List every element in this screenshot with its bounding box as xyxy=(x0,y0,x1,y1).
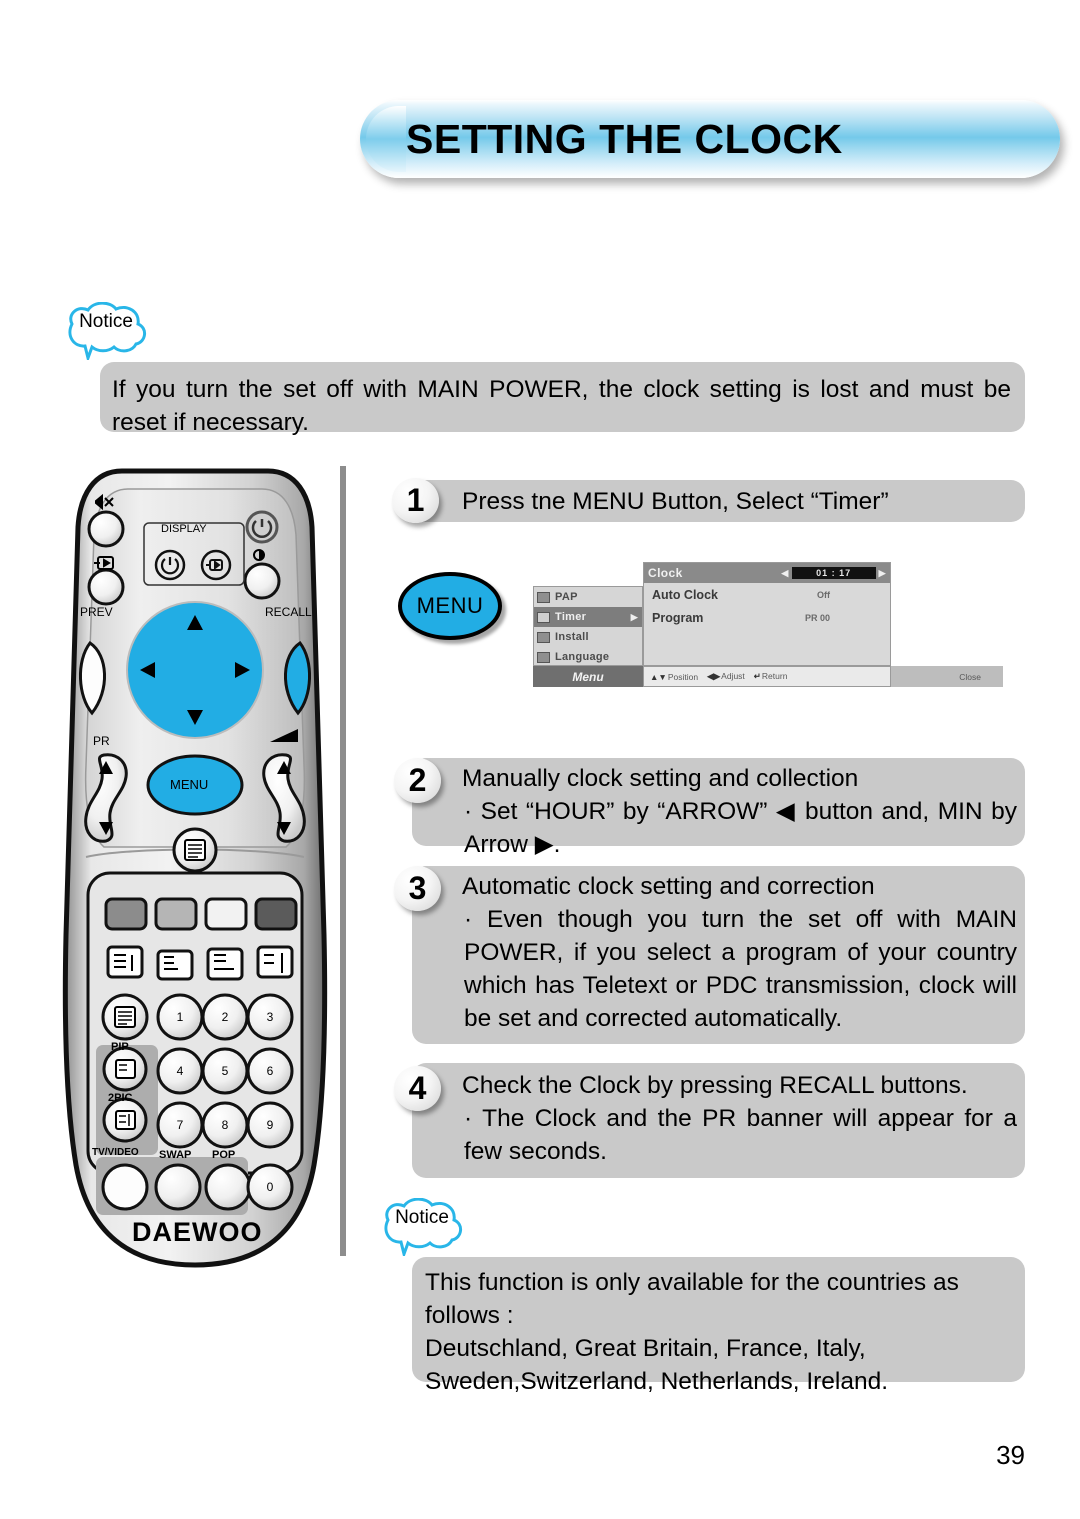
remote-key-8[interactable]: 8 xyxy=(211,1118,239,1132)
remote-key-7[interactable]: 7 xyxy=(166,1118,194,1132)
osd-menu-item-timer-label: Timer xyxy=(555,611,587,623)
remote-key-9[interactable]: 9 xyxy=(256,1118,284,1132)
osd-clock-value-group: ◀ 01 : 17 ▶ xyxy=(781,567,886,579)
osd-menu-item-install-label: Install xyxy=(555,631,589,643)
adjust-arrows-icon: ◀▶ xyxy=(707,671,721,681)
remote-key-1[interactable]: 1 xyxy=(166,1010,194,1024)
remote-key-4[interactable]: 4 xyxy=(166,1064,194,1078)
install-icon xyxy=(537,631,550,643)
menu-button-callout[interactable]: MENU xyxy=(398,572,502,640)
remote-label-prev: PREV xyxy=(80,605,113,619)
remote-key-2[interactable]: 2 xyxy=(211,1010,239,1024)
osd-auto-clock-row[interactable]: Auto Clock Off xyxy=(644,583,890,606)
notice-bottom-line-1: This function is only available for the … xyxy=(425,1269,959,1329)
osd-bottom-menu-label: Menu xyxy=(533,666,643,687)
notice-bottom-box: This function is only available for the … xyxy=(412,1257,1025,1395)
osd-auto-clock-value: Off xyxy=(817,589,830,600)
step-2-bullet-1: · Set “HOUR” by “ARROW” ◀ button and, MI… xyxy=(464,798,1017,858)
notice-badge-label: Notice xyxy=(79,311,133,332)
osd-screenshot: PAP Timer ▶ Install Language Clock ◀ 01 … xyxy=(533,562,1003,687)
osd-bottom-bar: Menu ▲▼Position ◀▶Adjust ↵Return Close xyxy=(533,666,1003,687)
osd-clock-label: Clock xyxy=(648,566,683,580)
osd-menu-item-language-label: Language xyxy=(555,651,610,663)
step-4-title: Check the Clock by pressing RECALL butto… xyxy=(462,1072,968,1099)
remote-label-pr: PR xyxy=(93,734,110,748)
osd-timer-panel: Clock ◀ 01 : 17 ▶ Auto Clock Off Program… xyxy=(643,562,891,666)
return-key-icon: ↵ xyxy=(753,671,761,681)
step-4-box: Check the Clock by pressing RECALL butto… xyxy=(412,1063,1025,1178)
step-4-bullet-1: · The Clock and the PR banner will appea… xyxy=(464,1105,1017,1165)
remote-key-6[interactable]: 6 xyxy=(256,1064,284,1078)
osd-program-row[interactable]: Program PR 00 xyxy=(644,606,890,629)
osd-menu-item-pap[interactable]: PAP xyxy=(534,587,642,607)
remote-label-pip: PIP xyxy=(111,1041,129,1053)
hint-adjust: ◀▶Adjust xyxy=(707,671,745,682)
osd-bottom-hints: ▲▼Position ◀▶Adjust ↵Return xyxy=(643,666,891,687)
remote-key-5[interactable]: 5 xyxy=(211,1064,239,1078)
remote-brand-logo: DAEWOO xyxy=(132,1217,263,1247)
step-1-title: Press tne MENU Button, Select “Timer” xyxy=(462,488,889,515)
step-3-title: Automatic clock setting and correction xyxy=(462,873,875,900)
hint-return-label: Return xyxy=(761,671,788,681)
remote-label-recall: RECALL xyxy=(265,605,312,619)
notice-top-box: If you turn the set off with MAIN POWER,… xyxy=(100,362,1025,436)
step-4-number: 4 xyxy=(394,1066,441,1111)
remote-control-illustration: DISPLAY PREV RECALL PR MENU PIP 2PIC TV/… xyxy=(60,465,330,1275)
remote-label-tv-video: TV/VIDEO xyxy=(92,1147,139,1158)
notice-badge-bottom: Notice xyxy=(374,1198,470,1256)
osd-menu-item-install[interactable]: Install xyxy=(534,627,642,647)
osd-menu-item-pap-label: PAP xyxy=(555,591,578,603)
clock-left-arrow-icon[interactable]: ◀ xyxy=(781,568,788,579)
hint-adjust-label: Adjust xyxy=(721,671,745,681)
hint-return: ↵Return xyxy=(754,671,788,682)
remote-label-display: DISPLAY xyxy=(161,523,207,535)
remote-key-0[interactable]: 0 xyxy=(256,1180,284,1194)
remote-label-swap: SWAP xyxy=(159,1149,192,1161)
osd-clock-value[interactable]: 01 : 17 xyxy=(791,567,876,579)
timer-submenu-arrow-icon: ▶ xyxy=(630,611,638,622)
step-2-title: Manually clock setting and collection xyxy=(462,765,859,792)
column-divider xyxy=(340,466,346,1256)
step-1-number: 1 xyxy=(392,478,439,523)
step-2-box: Manually clock setting and collection · … xyxy=(412,758,1025,858)
page-title: SETTING THE CLOCK xyxy=(406,115,843,162)
notice-bottom-line-2: Deutschland, Great Britain, France, Ital… xyxy=(425,1335,866,1362)
osd-main-menu-list: PAP Timer ▶ Install Language xyxy=(533,586,643,666)
osd-auto-clock-label: Auto Clock xyxy=(652,587,718,602)
step-2-number: 2 xyxy=(394,758,441,803)
remote-label-pop: POP xyxy=(212,1149,236,1161)
remote-label-menu: MENU xyxy=(170,777,209,792)
osd-program-label: Program xyxy=(652,610,704,625)
pap-icon xyxy=(537,591,550,603)
position-arrows-icon: ▲▼ xyxy=(650,671,667,682)
remote-label-2pic: 2PIC xyxy=(108,1092,133,1104)
step-3-number: 3 xyxy=(394,866,441,911)
page-number: 39 xyxy=(996,1440,1025,1470)
hint-position-label: Position xyxy=(667,671,699,682)
osd-menu-item-timer[interactable]: Timer ▶ xyxy=(534,607,642,627)
notice-top-text: If you turn the set off with MAIN POWER,… xyxy=(112,376,1011,436)
timer-icon xyxy=(537,611,550,623)
step-1-box: Press tne MENU Button, Select “Timer” xyxy=(410,480,1025,522)
notice-badge-top: Notice xyxy=(58,302,154,360)
osd-clock-row[interactable]: Clock ◀ 01 : 17 ▶ xyxy=(644,563,890,583)
notice-bottom-line-3: Sweden,Switzerland, Netherlands, Ireland… xyxy=(425,1368,889,1395)
hint-position: ▲▼Position xyxy=(650,672,698,682)
clock-right-arrow-icon[interactable]: ▶ xyxy=(879,568,886,579)
osd-close-hint: Close xyxy=(891,666,1003,687)
notice-badge-label: Notice xyxy=(395,1207,449,1228)
osd-program-value: PR 00 xyxy=(804,612,830,623)
osd-menu-item-language[interactable]: Language xyxy=(534,647,642,667)
step-3-box: Automatic clock setting and correction ·… xyxy=(412,866,1025,1044)
page-title-banner: SETTING THE CLOCK xyxy=(360,100,1060,178)
step-3-bullet-1: · Even though you turn the set off with … xyxy=(464,906,1017,1032)
remote-key-3[interactable]: 3 xyxy=(256,1010,284,1024)
language-icon xyxy=(537,651,550,663)
